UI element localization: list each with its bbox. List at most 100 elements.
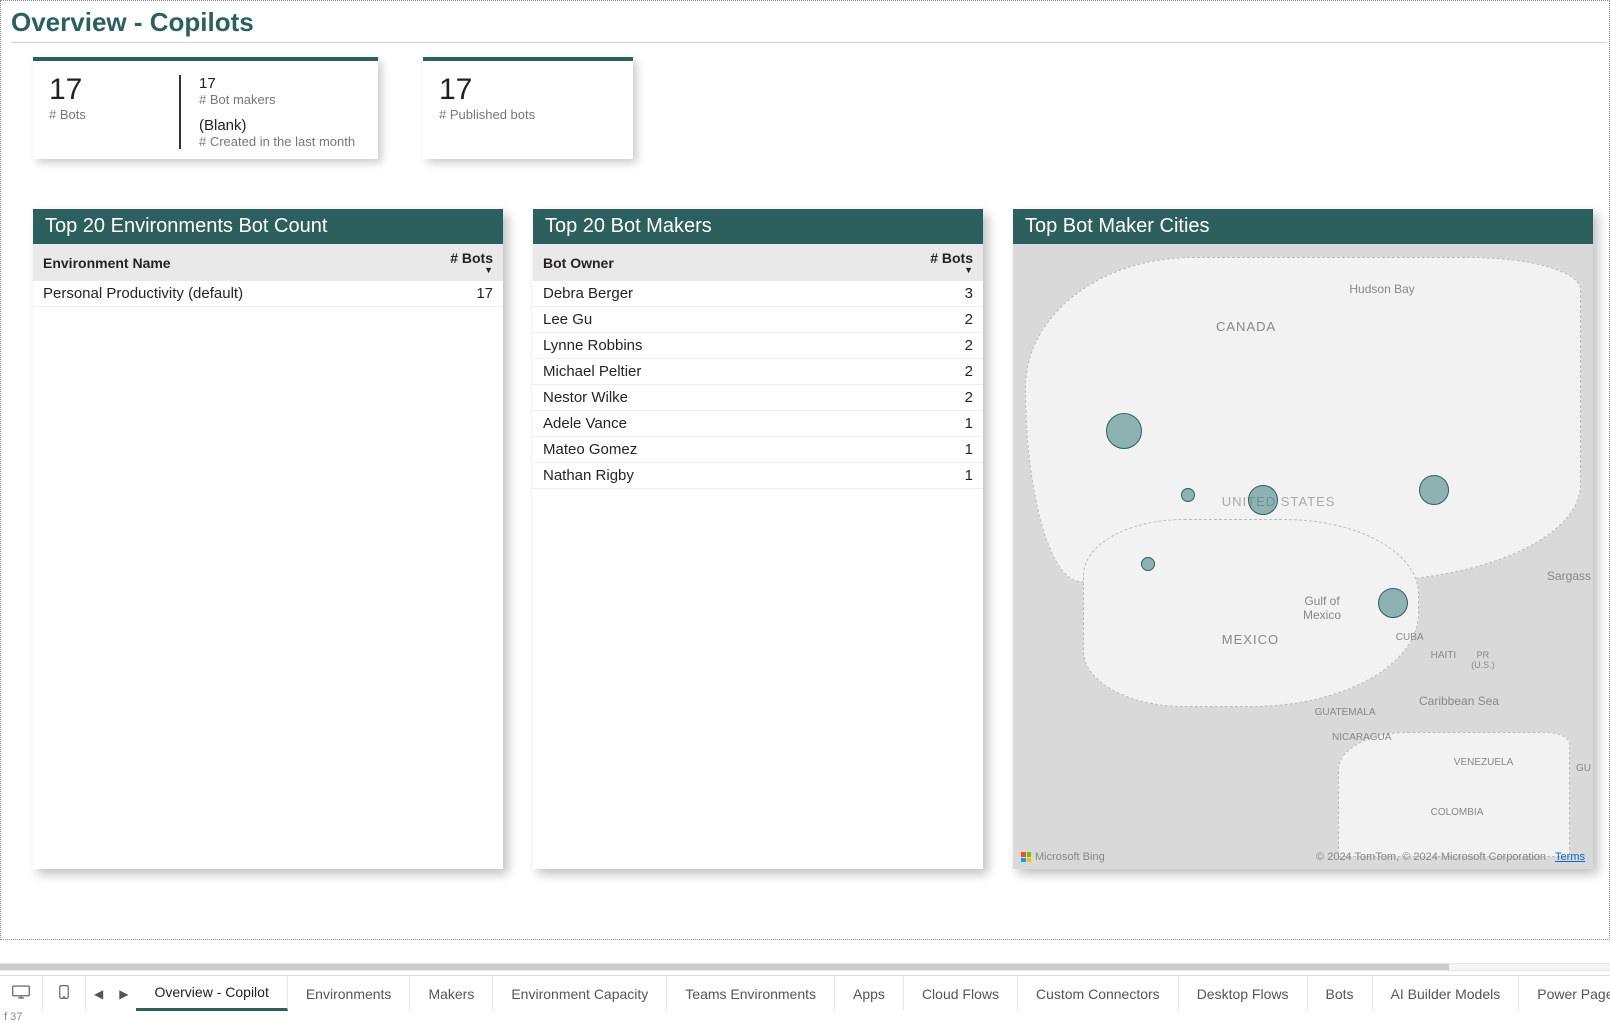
kpi-published-label: # Published bots bbox=[439, 107, 617, 122]
map-bubble[interactable] bbox=[1181, 488, 1195, 502]
owner-count-cell: 2 bbox=[828, 359, 983, 385]
owner-name-cell: Nathan Rigby bbox=[533, 463, 828, 489]
owner-name-cell: Adele Vance bbox=[533, 411, 828, 437]
kpi-card-bots[interactable]: 17 # Bots 17 # Bot makers (Blank) # Crea… bbox=[33, 57, 378, 159]
page-title: Overview - Copilots bbox=[11, 7, 1609, 38]
map-label-venezuela: VENEZUELA bbox=[1454, 757, 1513, 768]
map-label-sargass: Sargass bbox=[1547, 569, 1591, 583]
owner-count-cell: 3 bbox=[828, 281, 983, 307]
panel-botmakers-title: Top 20 Bot Makers bbox=[533, 209, 983, 244]
table-row[interactable]: Lee Gu2 bbox=[533, 307, 983, 333]
tab-apps[interactable]: Apps bbox=[835, 976, 904, 1011]
map-label-canada: CANADA bbox=[1216, 319, 1276, 334]
table-row[interactable]: Personal Productivity (default)17 bbox=[33, 281, 503, 307]
map-canvas[interactable]: Hudson Bay CANADA UNITED STATES Gulf of … bbox=[1013, 244, 1593, 869]
col-owner-count[interactable]: # Bots▼ bbox=[828, 244, 983, 281]
map-label-pr: PR (U.S.) bbox=[1471, 650, 1495, 670]
kpi-card-published[interactable]: 17 # Published bots bbox=[423, 57, 633, 159]
map-label-gu: GU bbox=[1576, 763, 1591, 774]
map-bubble[interactable] bbox=[1106, 413, 1142, 449]
kpi-bots-label: # Bots bbox=[49, 107, 179, 122]
map-label-guatemala: GUATEMALA bbox=[1315, 707, 1376, 718]
col-env-name[interactable]: Environment Name bbox=[33, 244, 399, 281]
owner-name-cell: Lee Gu bbox=[533, 307, 828, 333]
tab-ai-builder-models[interactable]: AI Builder Models bbox=[1373, 976, 1520, 1011]
tab-environments[interactable]: Environments bbox=[288, 976, 411, 1011]
col-owner[interactable]: Bot Owner bbox=[533, 244, 828, 281]
botmakers-table[interactable]: Bot Owner # Bots▼ Debra Berger3Lee Gu2Ly… bbox=[533, 244, 983, 489]
kpi-created-value: (Blank) bbox=[199, 117, 362, 134]
col-env-count[interactable]: # Bots▼ bbox=[399, 244, 503, 281]
panel-map[interactable]: Top Bot Maker Cities Hudson Bay CANADA U… bbox=[1013, 209, 1593, 869]
owner-count-cell: 1 bbox=[828, 411, 983, 437]
page-tabstrip: ◀ ▶ Overview - CopilotEnvironmentsMakers… bbox=[0, 975, 1610, 1011]
map-label-haiti: HAITI bbox=[1431, 650, 1457, 661]
map-label-hudson: Hudson Bay bbox=[1349, 282, 1414, 296]
owner-count-cell: 1 bbox=[828, 463, 983, 489]
mobile-view-button[interactable] bbox=[43, 976, 86, 1011]
map-bubble[interactable] bbox=[1141, 557, 1155, 571]
panel-botmakers[interactable]: Top 20 Bot Makers Bot Owner # Bots▼ Debr… bbox=[533, 209, 983, 869]
panel-environments-title: Top 20 Environments Bot Count bbox=[33, 209, 503, 244]
owner-count-cell: 2 bbox=[828, 333, 983, 359]
title-rule bbox=[11, 42, 1606, 43]
map-label-colombia: COLOMBIA bbox=[1431, 807, 1484, 818]
kpi-created-label: # Created in the last month bbox=[199, 134, 362, 149]
tab-overview-copilot[interactable]: Overview - Copilot bbox=[136, 976, 287, 1011]
owner-name-cell: Lynne Robbins bbox=[533, 333, 828, 359]
tab-power-pages[interactable]: Power Pages bbox=[1519, 976, 1610, 1011]
owner-count-cell: 2 bbox=[828, 385, 983, 411]
table-row[interactable]: Lynne Robbins2 bbox=[533, 333, 983, 359]
environments-table[interactable]: Environment Name # Bots▼ Personal Produc… bbox=[33, 244, 503, 307]
sort-desc-icon: ▼ bbox=[838, 266, 973, 275]
landmass-mexico bbox=[1083, 519, 1419, 707]
bing-attribution: Microsoft Bing bbox=[1021, 851, 1105, 863]
owner-name-cell: Debra Berger bbox=[533, 281, 828, 307]
landmass-south bbox=[1338, 732, 1570, 857]
kpi-botmakers-value: 17 bbox=[199, 75, 362, 92]
desktop-view-button[interactable] bbox=[0, 976, 43, 1011]
panel-environments[interactable]: Top 20 Environments Bot Count Environmen… bbox=[33, 209, 503, 869]
map-label-mexico: MEXICO bbox=[1222, 632, 1279, 647]
map-copyright: © 2024 TomTom, © 2024 Microsoft Corporat… bbox=[1316, 851, 1546, 863]
tab-makers[interactable]: Makers bbox=[410, 976, 493, 1011]
horizontal-scrollbar[interactable] bbox=[0, 963, 1610, 971]
table-row[interactable]: Michael Peltier2 bbox=[533, 359, 983, 385]
tab-desktop-flows[interactable]: Desktop Flows bbox=[1179, 976, 1308, 1011]
panel-map-title: Top Bot Maker Cities bbox=[1013, 209, 1593, 244]
tab-teams-environments[interactable]: Teams Environments bbox=[667, 976, 835, 1011]
table-row[interactable]: Nestor Wilke2 bbox=[533, 385, 983, 411]
owner-name-cell: Michael Peltier bbox=[533, 359, 828, 385]
owner-name-cell: Mateo Gomez bbox=[533, 437, 828, 463]
map-label-nicaragua: NICARAGUA bbox=[1332, 732, 1391, 743]
tab-environment-capacity[interactable]: Environment Capacity bbox=[493, 976, 667, 1011]
table-row[interactable]: Debra Berger3 bbox=[533, 281, 983, 307]
desktop-icon bbox=[12, 985, 30, 1002]
map-label-us: UNITED STATES bbox=[1222, 494, 1336, 509]
kpi-bots-value: 17 bbox=[49, 75, 179, 105]
tabs-next-button[interactable]: ▶ bbox=[111, 976, 136, 1011]
map-label-cuba: CUBA bbox=[1396, 632, 1424, 643]
footer-meta: f 37 bbox=[0, 1011, 1610, 1023]
kpi-published-value: 17 bbox=[439, 75, 617, 105]
env-name-cell: Personal Productivity (default) bbox=[33, 281, 399, 307]
mobile-icon bbox=[55, 985, 73, 1002]
tabs-prev-button[interactable]: ◀ bbox=[86, 976, 111, 1011]
kpi-botmakers-label: # Bot makers bbox=[199, 92, 362, 107]
map-bubble[interactable] bbox=[1378, 588, 1408, 618]
microsoft-logo-icon bbox=[1021, 852, 1031, 862]
tab-custom-connectors[interactable]: Custom Connectors bbox=[1018, 976, 1179, 1011]
table-row[interactable]: Mateo Gomez1 bbox=[533, 437, 983, 463]
map-terms-link[interactable]: Terms bbox=[1555, 851, 1585, 863]
table-row[interactable]: Nathan Rigby1 bbox=[533, 463, 983, 489]
tab-bots[interactable]: Bots bbox=[1308, 976, 1373, 1011]
map-label-caribbean: Caribbean Sea bbox=[1419, 694, 1499, 708]
table-row[interactable]: Adele Vance1 bbox=[533, 411, 983, 437]
owner-name-cell: Nestor Wilke bbox=[533, 385, 828, 411]
tab-cloud-flows[interactable]: Cloud Flows bbox=[904, 976, 1018, 1011]
sort-desc-icon: ▼ bbox=[409, 266, 493, 275]
map-label-gulf: Gulf of Mexico bbox=[1303, 594, 1341, 622]
map-bubble[interactable] bbox=[1248, 485, 1278, 515]
owner-count-cell: 1 bbox=[828, 437, 983, 463]
env-count-cell: 17 bbox=[399, 281, 503, 307]
